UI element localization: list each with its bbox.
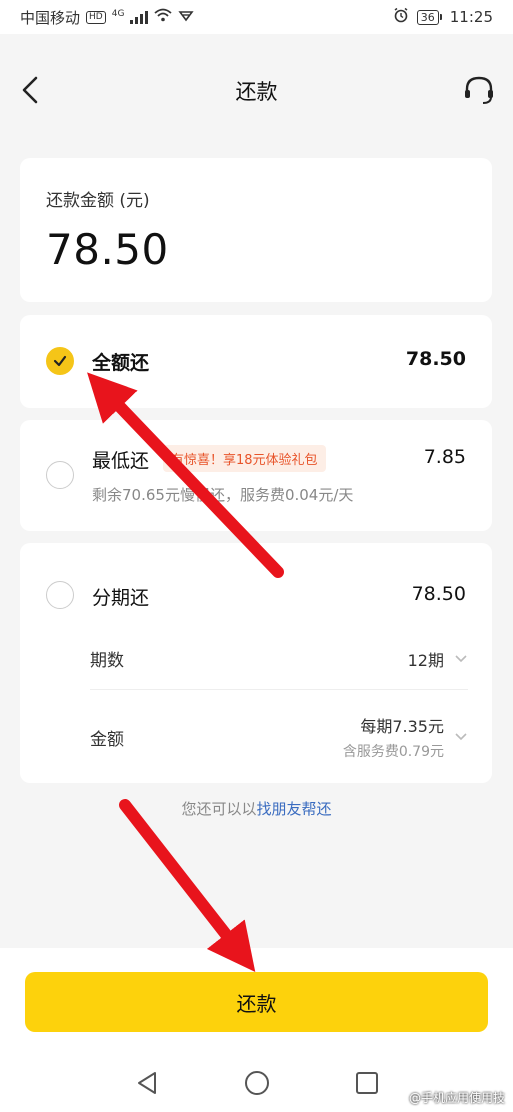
per-period-amount: 每期7.35元 — [360, 717, 444, 736]
period-selector[interactable]: 期数 12期 — [90, 646, 468, 671]
system-recents-button[interactable] — [352, 1068, 382, 1098]
installment-amount: 78.50 — [411, 583, 466, 605]
system-home-button[interactable] — [242, 1068, 272, 1098]
installment-amount-label: 金额 — [90, 729, 124, 750]
full-repayment-amount: 78.50 — [405, 348, 466, 370]
promo-badge: 有惊喜！享18元体验礼包 — [163, 445, 326, 472]
back-button[interactable] — [14, 72, 50, 108]
chevron-down-icon — [455, 733, 467, 741]
minimum-repayment-title: 最低还 — [92, 450, 150, 472]
headset-icon — [465, 76, 493, 104]
minimum-repayment-amount: 7.85 — [423, 446, 466, 468]
clock-time: 11:25 — [449, 8, 493, 26]
minimum-repayment-note: 剩余70.65元慢慢还，服务费0.04元/天 — [92, 486, 354, 504]
watermark: @手机应用使用技 — [408, 1091, 505, 1105]
battery-icon: 36 — [416, 9, 442, 25]
full-repayment-radio[interactable] — [46, 347, 74, 375]
battery-level: 36 — [416, 9, 439, 25]
amount-label: 还款金额 (元) — [46, 191, 150, 211]
chevron-left-icon — [22, 76, 38, 104]
installment-amount-selector[interactable]: 金额 每期7.35元 含服务费0.79元 — [90, 713, 468, 761]
system-nav-bar: @手机应用使用技 — [0, 1056, 513, 1112]
friend-help-text: 您还可以以找朋友帮还 — [0, 798, 513, 819]
triangle-back-icon — [138, 1072, 156, 1094]
option-installment[interactable]: 分期还 78.50 期数 12期 金额 每期7.35元 含服务费0.79元 — [20, 543, 492, 783]
minimum-repayment-radio[interactable] — [46, 461, 74, 489]
arrow-to-repay-button — [119, 799, 256, 973]
footer-bar: 还款 — [0, 948, 513, 1056]
chevron-down-icon — [455, 654, 467, 662]
wifi-icon — [154, 8, 173, 26]
full-repayment-title: 全额还 — [92, 352, 150, 374]
repay-button[interactable]: 还款 — [25, 972, 488, 1032]
friend-help-prefix: 您还可以以 — [181, 800, 257, 818]
repayment-amount-card: 还款金额 (元) 78.50 — [20, 158, 492, 302]
period-label: 期数 — [90, 651, 124, 671]
hd-badge: HD — [86, 10, 106, 24]
period-value: 12期 — [407, 650, 444, 670]
square-recents-icon — [356, 1072, 378, 1094]
check-icon — [53, 355, 67, 367]
customer-service-button[interactable] — [461, 72, 497, 108]
divider — [90, 689, 468, 690]
installment-radio[interactable] — [46, 581, 74, 609]
find-friend-link[interactable]: 找朋友帮还 — [257, 800, 332, 818]
service-fee-note: 含服务费0.79元 — [342, 744, 444, 760]
network-type: 4G — [111, 8, 125, 19]
system-back-button[interactable] — [133, 1068, 163, 1098]
vpn-icon — [178, 8, 195, 26]
alarm-icon — [393, 7, 409, 27]
option-minimum-repayment[interactable]: 最低还 有惊喜！享18元体验礼包 7.85 剩余70.65元慢慢还，服务费0.0… — [20, 420, 492, 531]
option-full-repayment[interactable]: 全额还 78.50 — [20, 315, 492, 408]
installment-title: 分期还 — [92, 587, 150, 609]
circle-home-icon — [245, 1071, 269, 1095]
status-bar: 中国移动 HD 4G 36 11:25 — [0, 0, 513, 34]
amount-value: 78.50 — [46, 225, 169, 274]
page-title: 还款 — [235, 80, 278, 104]
carrier-name: 中国移动 — [20, 8, 81, 27]
signal-icon — [130, 10, 149, 24]
nav-bar: 还款 — [0, 34, 513, 144]
